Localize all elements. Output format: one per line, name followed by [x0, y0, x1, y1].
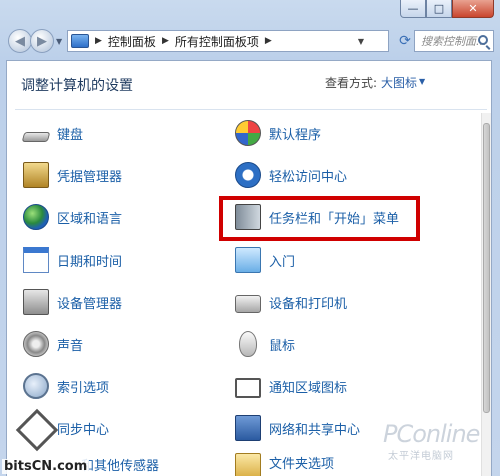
item-label: 凭据管理器: [57, 169, 123, 185]
item-label: 文件夹选项: [269, 457, 335, 472]
search-placeholder: 搜索控制面...: [421, 35, 487, 48]
view-by-value[interactable]: 大图标: [381, 74, 417, 91]
item-label: 区域和语言: [57, 211, 123, 227]
notification-area-icon: [235, 377, 261, 398]
ease-of-access-icon: [235, 162, 261, 188]
scrollbar-thumb[interactable]: [483, 123, 490, 413]
vertical-scrollbar[interactable]: [481, 113, 491, 476]
search-icon[interactable]: [478, 35, 488, 45]
magnifier-icon: [23, 373, 49, 399]
credential-manager-icon: [23, 162, 49, 188]
item-label: 设备和打印机: [269, 296, 348, 312]
control-panel-icon: [71, 34, 89, 48]
item-ease-of-access[interactable]: 轻松访问中心: [235, 159, 347, 191]
refresh-button[interactable]: ⟳: [394, 30, 416, 52]
item-label: 轻松访问中心: [269, 169, 348, 185]
item-label: 和其他传感器: [81, 458, 160, 474]
printer-icon: [235, 295, 261, 313]
speaker-icon: [23, 331, 49, 357]
item-devices-printers[interactable]: 设备和打印机: [235, 286, 347, 318]
item-label: 键盘: [57, 127, 84, 143]
bitscn-watermark: bitsCN.com: [0, 408, 90, 476]
item-label: 声音: [57, 338, 84, 354]
item-indexing-options[interactable]: 索引选项: [23, 370, 109, 402]
item-label: 网络和共享中心: [269, 422, 361, 438]
divider: [15, 109, 487, 110]
item-default-programs[interactable]: 默认程序: [235, 117, 321, 149]
item-region-language[interactable]: 区域和语言: [23, 201, 122, 233]
highlight-box: [219, 196, 420, 241]
bitscn-logo-icon: [15, 408, 59, 452]
item-label: 鼠标: [269, 338, 296, 354]
bitscn-watermark-text: bitsCN.com: [2, 459, 90, 474]
forward-button[interactable]: ▶: [30, 29, 54, 53]
network-icon: [235, 415, 261, 441]
item-device-manager[interactable]: 设备管理器: [23, 286, 122, 318]
item-label: 日期和时间: [57, 254, 123, 270]
recent-pages-dropdown-icon[interactable]: ▼: [56, 37, 62, 46]
caption-buttons: — □ ✕: [400, 0, 494, 19]
item-sensors[interactable]: 和其他传感器: [77, 451, 159, 476]
chevron-right-icon[interactable]: ▶: [95, 36, 102, 46]
window-frame: — □ ✕ ◀ ▶ ▼ ▶ 控制面板 ▶ 所有控制面板项 ▶ ▼ ⟳ 搜索控制面…: [0, 0, 500, 476]
breadcrumb-control-panel[interactable]: 控制面板: [108, 33, 156, 50]
item-label: 通知区域图标: [269, 380, 348, 396]
address-dropdown-icon[interactable]: ▼: [358, 37, 364, 46]
item-sound[interactable]: 声音: [23, 328, 83, 360]
breadcrumb-all-items[interactable]: 所有控制面板项: [175, 33, 259, 50]
item-getting-started[interactable]: 入门: [235, 244, 295, 276]
chevron-down-icon[interactable]: ▼: [419, 77, 425, 86]
search-input[interactable]: 搜索控制面...: [414, 30, 494, 52]
content-area: 调整计算机的设置 查看方式: 大图标 ▼ 键盘 凭据管理器 区域和语言 日期和时…: [6, 60, 492, 476]
view-by-label: 查看方式:: [325, 76, 378, 90]
device-manager-icon: [23, 289, 49, 315]
item-folder-options[interactable]: 文件夹选项: [235, 453, 334, 476]
minimize-button[interactable]: —: [400, 0, 426, 18]
default-programs-icon: [235, 120, 261, 146]
item-label: 设备管理器: [57, 296, 123, 312]
navigation-bar: ◀ ▶ ▼ ▶ 控制面板 ▶ 所有控制面板项 ▶ ▼ ⟳ 搜索控制面...: [6, 28, 494, 54]
item-date-time[interactable]: 日期和时间: [23, 244, 122, 276]
back-button[interactable]: ◀: [8, 29, 32, 53]
calendar-icon: [23, 247, 49, 273]
folder-options-icon: [235, 453, 261, 476]
maximize-button[interactable]: □: [426, 0, 452, 18]
close-button[interactable]: ✕: [452, 0, 494, 18]
item-credential-manager[interactable]: 凭据管理器: [23, 159, 122, 191]
item-keyboard[interactable]: 键盘: [21, 117, 84, 149]
address-bar[interactable]: ▶ 控制面板 ▶ 所有控制面板项 ▶ ▼: [67, 30, 389, 52]
item-label: 默认程序: [269, 127, 322, 143]
pconline-watermark-subtitle: 太平洋电脑网: [388, 451, 454, 462]
globe-icon: [23, 204, 49, 230]
page-title: 调整计算机的设置: [21, 78, 133, 94]
item-network-sharing[interactable]: 网络和共享中心: [235, 412, 360, 444]
item-label: 索引选项: [57, 380, 110, 396]
item-mouse[interactable]: 鼠标: [235, 328, 295, 360]
keyboard-icon: [21, 132, 51, 142]
pconline-watermark: PConline: [383, 420, 480, 448]
item-notification-area-icons[interactable]: 通知区域图标: [235, 370, 347, 402]
chevron-right-icon[interactable]: ▶: [265, 36, 272, 46]
chevron-right-icon[interactable]: ▶: [162, 36, 169, 46]
item-label: 入门: [269, 254, 296, 270]
getting-started-icon: [235, 247, 261, 273]
mouse-icon: [239, 331, 257, 357]
